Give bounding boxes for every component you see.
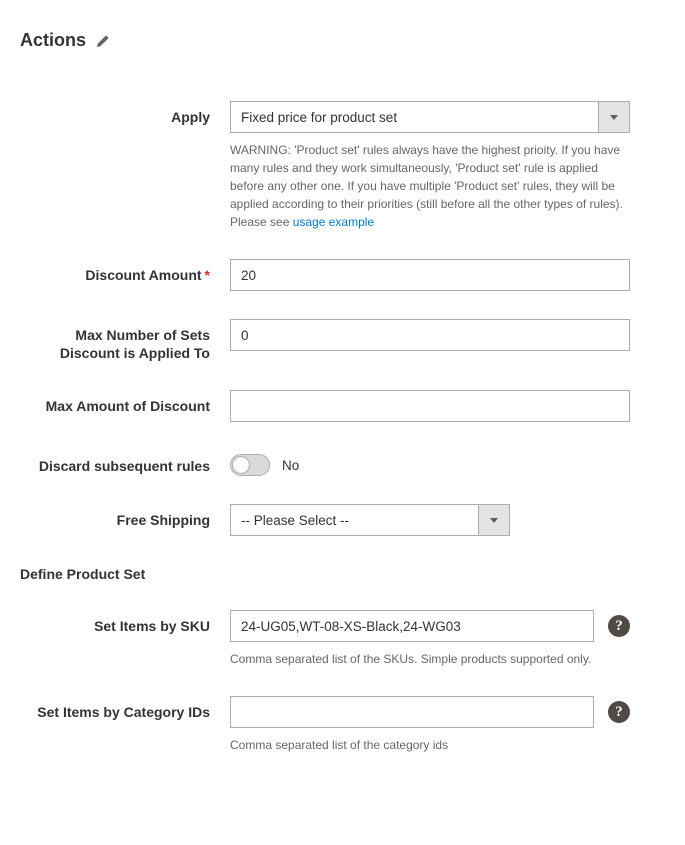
input-discount-amount[interactable] xyxy=(230,259,630,291)
field-free-shipping: Free Shipping xyxy=(20,504,665,536)
field-max-amount: Max Amount of Discount xyxy=(20,390,665,422)
hint-sku: Comma separated list of the SKUs. Simple… xyxy=(230,650,630,668)
edit-icon[interactable] xyxy=(96,34,110,48)
select-free-shipping-value[interactable] xyxy=(230,504,478,536)
select-apply-value[interactable] xyxy=(230,101,598,133)
apply-warning: WARNING: 'Product set' rules always have… xyxy=(230,141,630,231)
hint-category: Comma separated list of the category ids xyxy=(230,736,630,754)
input-max-sets[interactable] xyxy=(230,319,630,351)
subsection-title: Define Product Set xyxy=(20,566,665,582)
field-sku: Set Items by SKU ? Comma separated list … xyxy=(20,610,665,668)
help-icon[interactable]: ? xyxy=(608,615,630,637)
chevron-down-icon xyxy=(610,115,618,120)
section-header: Actions xyxy=(20,30,665,51)
input-category[interactable] xyxy=(230,696,594,728)
select-apply[interactable] xyxy=(230,101,630,133)
label-max-sets: Max Number of Sets Discount is Applied T… xyxy=(20,319,230,362)
input-max-amount[interactable] xyxy=(230,390,630,422)
label-max-amount: Max Amount of Discount xyxy=(20,390,230,415)
label-free-shipping: Free Shipping xyxy=(20,504,230,529)
section-title: Actions xyxy=(20,30,86,51)
label-sku: Set Items by SKU xyxy=(20,610,230,635)
field-discard: Discard subsequent rules No xyxy=(20,450,665,476)
select-free-shipping-button[interactable] xyxy=(478,504,510,536)
field-discount-amount: Discount Amount* xyxy=(20,259,665,291)
select-apply-button[interactable] xyxy=(598,101,630,133)
field-apply: Apply WARNING: 'Product set' rules alway… xyxy=(20,101,665,231)
field-max-sets: Max Number of Sets Discount is Applied T… xyxy=(20,319,665,362)
help-icon[interactable]: ? xyxy=(608,701,630,723)
chevron-down-icon xyxy=(490,518,498,523)
label-category: Set Items by Category IDs xyxy=(20,696,230,721)
usage-example-link[interactable]: usage example xyxy=(293,215,374,229)
field-category: Set Items by Category IDs ? Comma separa… xyxy=(20,696,665,754)
required-mark: * xyxy=(205,267,210,283)
input-sku[interactable] xyxy=(230,610,594,642)
label-discount-amount: Discount Amount* xyxy=(20,259,230,284)
toggle-discard-label: No xyxy=(282,458,299,473)
label-apply: Apply xyxy=(20,101,230,126)
toggle-discard[interactable] xyxy=(230,454,270,476)
select-free-shipping[interactable] xyxy=(230,504,510,536)
toggle-knob xyxy=(232,456,250,474)
label-discard: Discard subsequent rules xyxy=(20,450,230,475)
